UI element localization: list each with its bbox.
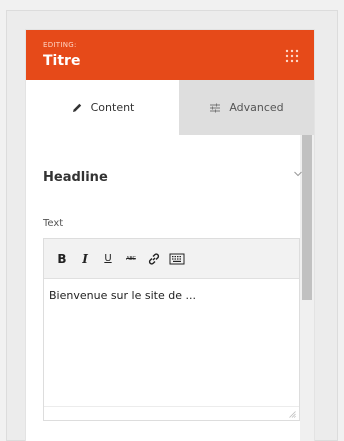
tab-content-label: Content xyxy=(90,101,135,114)
tab-advanced[interactable]: Advanced xyxy=(179,80,314,135)
panel-header: EDITING: Titre xyxy=(26,30,314,80)
editor-statusbar xyxy=(44,406,299,420)
editing-label: EDITING: xyxy=(43,41,77,49)
bold-button[interactable]: B xyxy=(51,248,73,270)
editor-panel: EDITING: Titre Content Advanced Headline… xyxy=(26,30,314,441)
sliders-icon xyxy=(210,103,221,112)
link-icon xyxy=(148,252,160,265)
rich-text-editor: B I U ABC Bienvenue sur le site de ... xyxy=(43,238,300,421)
strikethrough-button[interactable]: ABC xyxy=(120,248,142,270)
keyboard-icon xyxy=(169,253,185,264)
dots-grid-icon[interactable] xyxy=(284,48,300,64)
chevron-down-icon xyxy=(294,171,302,177)
tab-bar: Content Advanced xyxy=(26,80,314,135)
pencil-icon xyxy=(72,103,81,112)
text-field-label: Text xyxy=(43,218,64,229)
keyboard-button[interactable] xyxy=(166,248,188,270)
scrollbar-thumb[interactable] xyxy=(302,135,312,300)
element-title: Titre xyxy=(43,53,81,69)
section-title: Headline xyxy=(43,170,108,185)
italic-button[interactable]: I xyxy=(74,248,96,270)
editor-text-area[interactable]: Bienvenue sur le site de ... xyxy=(44,279,299,397)
headline-section-toggle[interactable]: Headline xyxy=(43,166,303,188)
resize-grip-icon[interactable] xyxy=(289,411,296,418)
tab-advanced-label: Advanced xyxy=(229,101,284,114)
link-button[interactable] xyxy=(143,248,165,270)
tab-content[interactable]: Content xyxy=(26,80,179,135)
underline-button[interactable]: U xyxy=(97,248,119,270)
editor-toolbar: B I U ABC xyxy=(44,239,299,279)
